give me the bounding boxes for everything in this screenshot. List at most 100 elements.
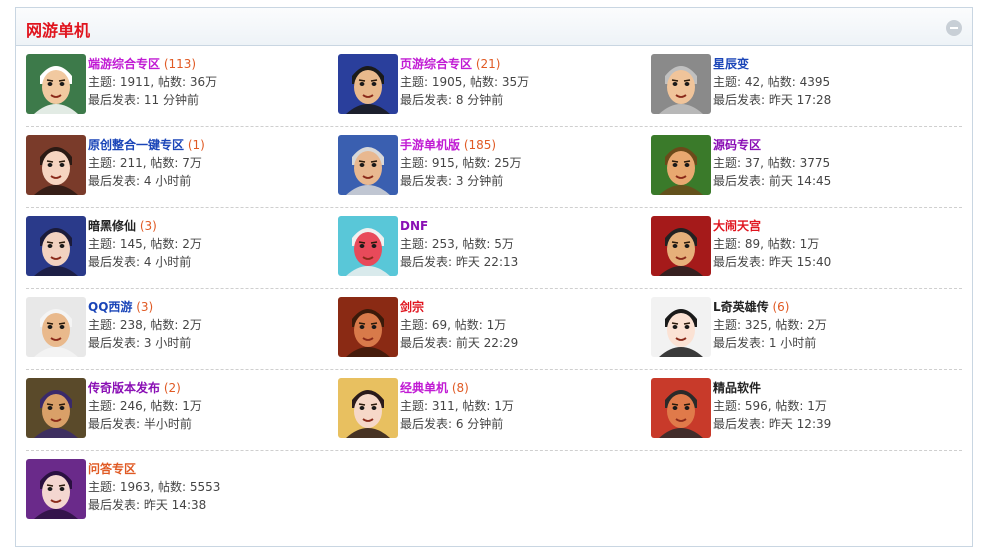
last-post-time: 最后发表: 昨天 12:39 [713, 417, 832, 431]
forum-item: 手游单机版 (185) 主题: 915, 帖数: 25万 最后发表: 3 分钟前 [338, 127, 638, 207]
monkey-king-avatar[interactable] [651, 135, 711, 195]
purple-sorceress-avatar[interactable] [26, 459, 86, 519]
forum-title-line: 传奇版本发布 (2) [88, 379, 202, 397]
forum-link[interactable]: 经典单机 [400, 381, 448, 395]
forum-item: QQ西游 (3) 主题: 238, 帖数: 2万 最后发表: 3 小时前 [26, 289, 326, 369]
forum-row: 暗黑修仙 (3) 主题: 145, 帖数: 2万 最后发表: 4 小时前 DNF 主题:… [26, 208, 962, 289]
last-post-time: 最后发表: 11 分钟前 [88, 93, 199, 107]
forum-item: 源码专区 主题: 37, 帖数: 3775 最后发表: 前天 14:45 [651, 127, 951, 207]
last-post-time: 最后发表: 4 小时前 [88, 255, 192, 269]
forum-info: 经典单机 (8) 主题: 311, 帖数: 1万 最后发表: 6 分钟前 [400, 379, 514, 433]
new-post-count: (1) [187, 138, 205, 152]
forum-link[interactable]: 页游综合专区 [400, 57, 472, 71]
forum-link[interactable]: 星辰变 [713, 57, 749, 71]
forum-stats: 主题: 246, 帖数: 1万 [88, 399, 202, 413]
forum-info: DNF 主题: 253, 帖数: 5万 最后发表: 昨天 22:13 [400, 217, 518, 271]
last-post-time: 最后发表: 昨天 15:40 [713, 255, 832, 269]
forum-stats: 主题: 1905, 帖数: 35万 [400, 75, 530, 89]
forum-title-line: 端游综合专区 (113) [88, 55, 217, 73]
forum-row: QQ西游 (3) 主题: 238, 帖数: 2万 最后发表: 3 小时前 剑宗 主题: … [26, 289, 962, 370]
forum-title-line: L奇英雄传 (6) [713, 298, 827, 316]
warrior-hat-avatar[interactable] [338, 54, 398, 114]
forum-item: 精品软件 主题: 596, 帖数: 1万 最后发表: 昨天 12:39 [651, 370, 951, 450]
forum-link[interactable]: 剑宗 [400, 300, 424, 314]
forum-row: 端游综合专区 (113) 主题: 1911, 帖数: 36万 最后发表: 11 分钟… [26, 46, 962, 127]
forum-link[interactable]: 端游综合专区 [88, 57, 160, 71]
forum-stats: 主题: 42, 帖数: 4395 [713, 75, 831, 89]
opera-lady-avatar[interactable] [651, 297, 711, 357]
new-post-count: (113) [163, 57, 197, 71]
forum-link[interactable]: QQ西游 [88, 300, 132, 314]
grinning-villain-avatar[interactable] [26, 378, 86, 438]
forum-title-line: 精品软件 [713, 379, 831, 397]
last-post-time: 最后发表: 前天 14:45 [713, 174, 832, 188]
new-post-count: (8) [451, 381, 469, 395]
forum-item: DNF 主题: 253, 帖数: 5万 最后发表: 昨天 22:13 [338, 208, 638, 288]
forum-stats: 主题: 145, 帖数: 2万 [88, 237, 202, 251]
helmet-warrior-avatar[interactable] [651, 54, 711, 114]
forum-stats: 主题: 253, 帖数: 5万 [400, 237, 514, 251]
forum-info: 暗黑修仙 (3) 主题: 145, 帖数: 2万 最后发表: 4 小时前 [88, 217, 202, 271]
forum-title-line: 暗黑修仙 (3) [88, 217, 202, 235]
forum-info: 剑宗 主题: 69, 帖数: 1万 最后发表: 前天 22:29 [400, 298, 518, 352]
forum-stats: 主题: 238, 帖数: 2万 [88, 318, 202, 332]
forum-link[interactable]: 源码专区 [713, 138, 761, 152]
masked-ninja-avatar[interactable] [338, 216, 398, 276]
bald-brute-avatar[interactable] [338, 297, 398, 357]
forum-info: 星辰变 主题: 42, 帖数: 4395 最后发表: 昨天 17:28 [713, 55, 831, 109]
dark-fairy-avatar[interactable] [26, 216, 86, 276]
forum-link[interactable]: DNF [400, 219, 428, 233]
forum-title-line: DNF [400, 217, 518, 235]
forum-link[interactable]: 手游单机版 [400, 138, 460, 152]
last-post-time: 最后发表: 8 分钟前 [400, 93, 504, 107]
horned-demon-avatar[interactable] [651, 216, 711, 276]
forum-stats: 主题: 325, 帖数: 2万 [713, 318, 827, 332]
forum-row: 问答专区主题: 1963, 帖数: 5553 最后发表: 昨天 14:38 [26, 451, 962, 531]
forum-item: 端游综合专区 (113) 主题: 1911, 帖数: 36万 最后发表: 11 分钟… [26, 46, 326, 126]
last-post-time: 最后发表: 3 小时前 [88, 336, 192, 350]
forum-link[interactable]: 精品软件 [713, 381, 761, 395]
collapse-icon[interactable] [946, 20, 962, 36]
forum-stats: 主题: 211, 帖数: 7万 [88, 156, 202, 170]
forum-item: 页游综合专区 (21) 主题: 1905, 帖数: 35万 最后发表: 8 分钟前 [338, 46, 638, 126]
granny-avatar[interactable] [338, 135, 398, 195]
forum-item: 星辰变 主题: 42, 帖数: 4395 最后发表: 昨天 17:28 [651, 46, 951, 126]
forum-link[interactable]: 传奇版本发布 [88, 381, 160, 395]
forum-item: 传奇版本发布 (2) 主题: 246, 帖数: 1万 最后发表: 半小时前 [26, 370, 326, 450]
category-title[interactable]: 网游单机 [26, 17, 90, 41]
new-post-count: (3) [139, 219, 157, 233]
new-post-count: (185) [463, 138, 497, 152]
forum-stats: 主题: 1963, 帖数: 5553 [88, 480, 221, 494]
princess-avatar[interactable] [26, 135, 86, 195]
old-sage-avatar[interactable] [26, 54, 86, 114]
last-post-time: 最后发表: 昨天 14:38 [88, 498, 207, 512]
forum-info: 大闹天宫主题: 89, 帖数: 1万 最后发表: 昨天 15:40 [713, 217, 831, 271]
forum-info: 传奇版本发布 (2) 主题: 246, 帖数: 1万 最后发表: 半小时前 [88, 379, 202, 433]
forum-info: 端游综合专区 (113) 主题: 1911, 帖数: 36万 最后发表: 11 分钟… [88, 55, 217, 109]
new-post-count: (2) [163, 381, 181, 395]
forum-item: L奇英雄传 (6) 主题: 325, 帖数: 2万 最后发表: 1 小时前 [651, 289, 951, 369]
forum-grid: 端游综合专区 (113) 主题: 1911, 帖数: 36万 最后发表: 11 分钟… [16, 46, 972, 531]
forum-item: 暗黑修仙 (3) 主题: 145, 帖数: 2万 最后发表: 4 小时前 [26, 208, 326, 288]
forum-item: 经典单机 (8) 主题: 311, 帖数: 1万 最后发表: 6 分钟前 [338, 370, 638, 450]
forum-link[interactable]: 大闹天宫 [713, 219, 761, 233]
new-post-count: (3) [136, 300, 154, 314]
forum-link[interactable]: 问答专区 [88, 462, 136, 476]
forum-item: 问答专区主题: 1963, 帖数: 5553 最后发表: 昨天 14:38 [26, 451, 326, 531]
feathered-girl-avatar[interactable] [338, 378, 398, 438]
forum-stats: 主题: 89, 帖数: 1万 [713, 237, 820, 251]
old-master-avatar[interactable] [26, 297, 86, 357]
bearded-monk-avatar[interactable] [651, 378, 711, 438]
forum-category-panel: 网游单机 端游综合专区 (113) 主题: 1911, 帖数: 36万 最后发表: … [15, 7, 973, 547]
forum-info: 问答专区主题: 1963, 帖数: 5553 最后发表: 昨天 14:38 [88, 460, 220, 514]
forum-title-line: 大闹天宫 [713, 217, 831, 235]
forum-title-line: 经典单机 (8) [400, 379, 514, 397]
forum-stats: 主题: 915, 帖数: 25万 [400, 156, 522, 170]
forum-title-line: 页游综合专区 (21) [400, 55, 529, 73]
forum-title-line: 剑宗 [400, 298, 518, 316]
forum-link[interactable]: L奇英雄传 [713, 300, 769, 314]
new-post-count: (21) [475, 57, 501, 71]
last-post-time: 最后发表: 4 小时前 [88, 174, 192, 188]
forum-link[interactable]: 原创整合一键专区 [88, 138, 184, 152]
forum-link[interactable]: 暗黑修仙 [88, 219, 136, 233]
